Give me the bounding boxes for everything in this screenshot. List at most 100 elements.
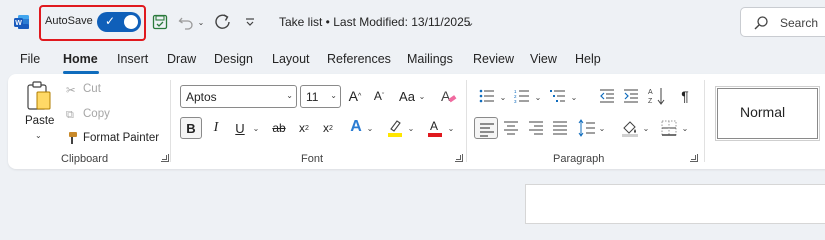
- search-icon: [754, 16, 768, 30]
- superscript-button[interactable]: x2: [320, 119, 336, 137]
- paste-icon[interactable]: [26, 80, 54, 112]
- tab-help[interactable]: Help: [575, 52, 601, 66]
- clipboard-group-label: Clipboard: [61, 153, 109, 165]
- clear-formatting-icon[interactable]: A: [438, 86, 458, 106]
- format-painter-button[interactable]: Format Painter: [83, 132, 159, 144]
- line-spacing-icon[interactable]: [578, 118, 596, 138]
- tab-layout[interactable]: Layout: [272, 52, 310, 66]
- undo-icon[interactable]: [178, 12, 194, 32]
- text-effects-icon[interactable]: A: [347, 117, 365, 137]
- separator: [466, 80, 467, 162]
- sort-icon[interactable]: AZ: [648, 86, 666, 106]
- paste-chevron-down-icon[interactable]: ⌄: [35, 131, 42, 140]
- svg-text:Z: Z: [648, 98, 653, 105]
- search-label: Search: [780, 16, 819, 30]
- paragraph-group-label: Paragraph: [553, 153, 605, 165]
- bold-button[interactable]: B: [180, 117, 202, 139]
- font-color-chevron-icon[interactable]: ⌄: [447, 121, 455, 135]
- line-spacing-chevron-icon[interactable]: ⌄: [598, 121, 606, 135]
- style-normal[interactable]: Normal: [715, 86, 820, 141]
- scissors-icon: ✂: [66, 85, 76, 97]
- save-icon[interactable]: [151, 12, 169, 32]
- italic-button[interactable]: I: [208, 119, 224, 137]
- check-icon: ✓: [105, 14, 116, 28]
- shading-chevron-icon[interactable]: ⌄: [642, 121, 650, 135]
- underline-button[interactable]: U: [232, 119, 248, 137]
- align-left-button[interactable]: [474, 117, 498, 139]
- tab-mailings[interactable]: Mailings: [407, 52, 453, 66]
- borders-chevron-icon[interactable]: ⌄: [681, 121, 689, 135]
- show-formatting-marks-icon[interactable]: ¶: [677, 87, 693, 105]
- separator: [704, 80, 705, 162]
- highlight-icon[interactable]: [385, 117, 405, 139]
- change-case-button[interactable]: Aa: [396, 87, 418, 105]
- svg-text:W: W: [15, 20, 22, 27]
- align-center-icon[interactable]: [502, 119, 520, 137]
- change-case-chevron-icon[interactable]: ⌄: [418, 89, 426, 103]
- document-page[interactable]: [525, 184, 825, 224]
- tab-references[interactable]: References: [327, 52, 391, 66]
- strikethrough-button[interactable]: ab: [270, 119, 288, 137]
- word-logo-icon: W: [14, 14, 30, 30]
- tab-review[interactable]: Review: [473, 52, 514, 66]
- shrink-font-icon[interactable]: Aˇ: [370, 87, 388, 105]
- document-title[interactable]: Take list • Last Modified: 13/11/2025: [279, 15, 470, 29]
- svg-text:3: 3: [514, 99, 517, 103]
- svg-text:A: A: [441, 88, 451, 104]
- subscript-button[interactable]: x2: [296, 119, 312, 137]
- svg-text:A: A: [430, 119, 438, 133]
- ribbon-tabs: File Home Insert Draw Design Layout Refe…: [0, 46, 825, 74]
- undo-dropdown-icon[interactable]: ⌄: [197, 12, 205, 32]
- borders-icon[interactable]: [660, 119, 678, 137]
- multilevel-list-icon[interactable]: [549, 88, 567, 104]
- bullets-chevron-icon[interactable]: ⌄: [499, 90, 507, 104]
- tab-view[interactable]: View: [530, 52, 557, 66]
- numbering-icon[interactable]: 123: [513, 88, 531, 104]
- redo-icon[interactable]: [214, 12, 232, 32]
- autosave-toggle[interactable]: ✓: [97, 12, 141, 32]
- search-box[interactable]: Search: [740, 7, 825, 37]
- shading-icon[interactable]: [621, 118, 639, 138]
- font-color-icon[interactable]: A: [425, 117, 445, 139]
- highlight-chevron-icon[interactable]: ⌄: [407, 121, 415, 135]
- text-effects-chevron-icon[interactable]: ⌄: [366, 121, 374, 135]
- bullets-icon[interactable]: [478, 88, 496, 104]
- paragraph-launcher-icon[interactable]: [690, 154, 698, 162]
- tab-file[interactable]: File: [20, 52, 40, 66]
- align-left-icon: [480, 123, 494, 137]
- copy-button[interactable]: Copy: [83, 108, 110, 120]
- svg-text:A: A: [648, 89, 653, 96]
- underline-chevron-icon[interactable]: ⌄: [252, 121, 260, 135]
- paste-label[interactable]: Paste: [25, 115, 54, 127]
- customize-toolbar-icon[interactable]: [245, 12, 255, 32]
- title-chevron-down-icon[interactable]: ⌄: [465, 12, 475, 32]
- grow-font-icon[interactable]: A ^: [346, 87, 364, 105]
- toggle-knob: [124, 15, 138, 29]
- font-group-label: Font: [301, 153, 324, 165]
- font-size-value: 11: [306, 90, 319, 104]
- align-right-icon[interactable]: [527, 119, 545, 137]
- font-size-dropdown[interactable]: 11 ⌄: [300, 85, 341, 108]
- chevron-down-icon: ⌄: [286, 91, 293, 100]
- autosave-label: AutoSave: [45, 15, 93, 27]
- justify-icon[interactable]: [551, 119, 569, 137]
- font-name-value: Aptos: [186, 90, 217, 104]
- multilevel-chevron-icon[interactable]: ⌄: [570, 90, 578, 104]
- separator: [170, 80, 171, 162]
- decrease-indent-icon[interactable]: [598, 88, 616, 104]
- format-painter-icon: [64, 131, 78, 148]
- numbering-chevron-icon[interactable]: ⌄: [534, 90, 542, 104]
- font-name-dropdown[interactable]: Aptos ⌄: [180, 85, 297, 108]
- tab-design[interactable]: Design: [214, 52, 253, 66]
- tab-home[interactable]: Home: [63, 52, 98, 66]
- tab-draw[interactable]: Draw: [167, 52, 196, 66]
- cut-button[interactable]: Cut: [83, 83, 101, 95]
- title-bar: W AutoSave ✓ ⌄ Take list • Last Modified…: [0, 0, 825, 44]
- increase-indent-icon[interactable]: [622, 88, 640, 104]
- tab-insert[interactable]: Insert: [117, 52, 148, 66]
- copy-icon: ⧉: [66, 108, 74, 121]
- style-normal-label: Normal: [740, 104, 786, 120]
- clipboard-launcher-icon[interactable]: [161, 154, 169, 162]
- font-launcher-icon[interactable]: [455, 154, 463, 162]
- chevron-down-icon: ⌄: [330, 91, 337, 100]
